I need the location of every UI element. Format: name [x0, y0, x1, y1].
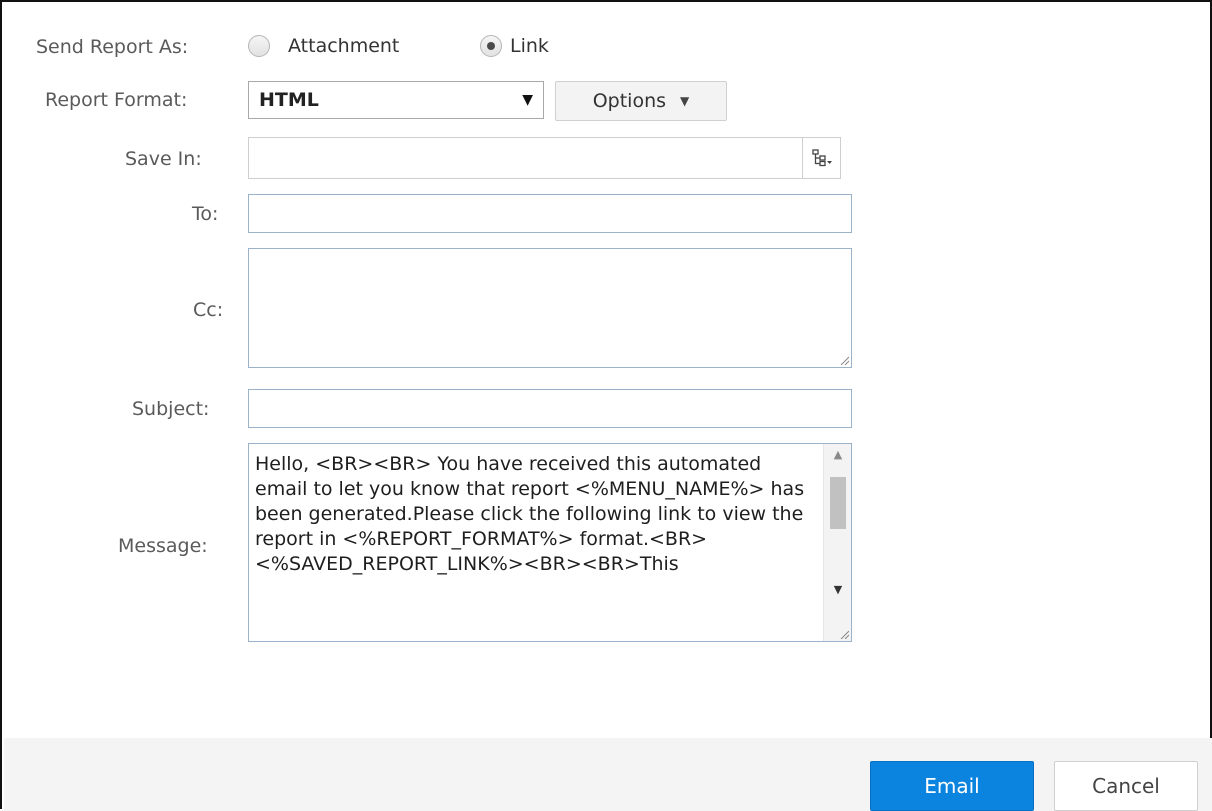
radio-attachment[interactable]: Attachment	[248, 35, 399, 57]
to-label: To:	[192, 203, 219, 225]
cc-field[interactable]	[248, 248, 852, 368]
email-button[interactable]: Email	[870, 761, 1034, 811]
folder-tree-icon	[811, 149, 832, 167]
radio-link[interactable]: Link	[480, 35, 549, 57]
save-in-field[interactable]	[248, 137, 841, 179]
scroll-thumb[interactable]	[830, 477, 846, 529]
cancel-button[interactable]: Cancel	[1054, 761, 1198, 811]
radio-link-label[interactable]: Link	[510, 35, 549, 57]
options-button[interactable]: Options ▼	[555, 81, 727, 121]
report-format-label: Report Format:	[45, 89, 188, 111]
subject-label: Subject:	[132, 398, 210, 420]
message-scrollbar[interactable]: ▲ ▼	[823, 444, 851, 641]
radio-attachment-label[interactable]: Attachment	[288, 35, 399, 57]
options-button-label: Options	[592, 90, 667, 112]
subject-field[interactable]	[248, 389, 852, 428]
radio-attachment-circle[interactable]	[248, 35, 270, 57]
save-in-label: Save In:	[125, 148, 202, 170]
email-report-dialog: Send Report As: Attachment Link Report F…	[0, 0, 1212, 811]
message-field[interactable]: Hello, <BR><BR> You have received this a…	[248, 443, 852, 642]
report-format-value: HTML	[259, 89, 319, 111]
message-label: Message:	[118, 535, 208, 557]
scroll-down-icon[interactable]: ▼	[824, 579, 851, 601]
resize-grip-icon[interactable]	[839, 355, 849, 365]
scroll-up-icon[interactable]: ▲	[824, 444, 851, 466]
cc-label: Cc:	[193, 299, 224, 321]
message-text[interactable]: Hello, <BR><BR> You have received this a…	[255, 452, 815, 577]
resize-grip-icon[interactable]	[839, 629, 849, 639]
to-field[interactable]	[248, 194, 852, 233]
chevron-down-icon: ▼	[680, 94, 690, 108]
folder-tree-button[interactable]	[802, 138, 840, 178]
radio-link-circle[interactable]	[480, 35, 502, 57]
report-format-select[interactable]: HTML ▼	[248, 81, 544, 119]
select-arrow-icon: ▼	[522, 92, 533, 108]
send-as-label: Send Report As:	[36, 36, 189, 58]
